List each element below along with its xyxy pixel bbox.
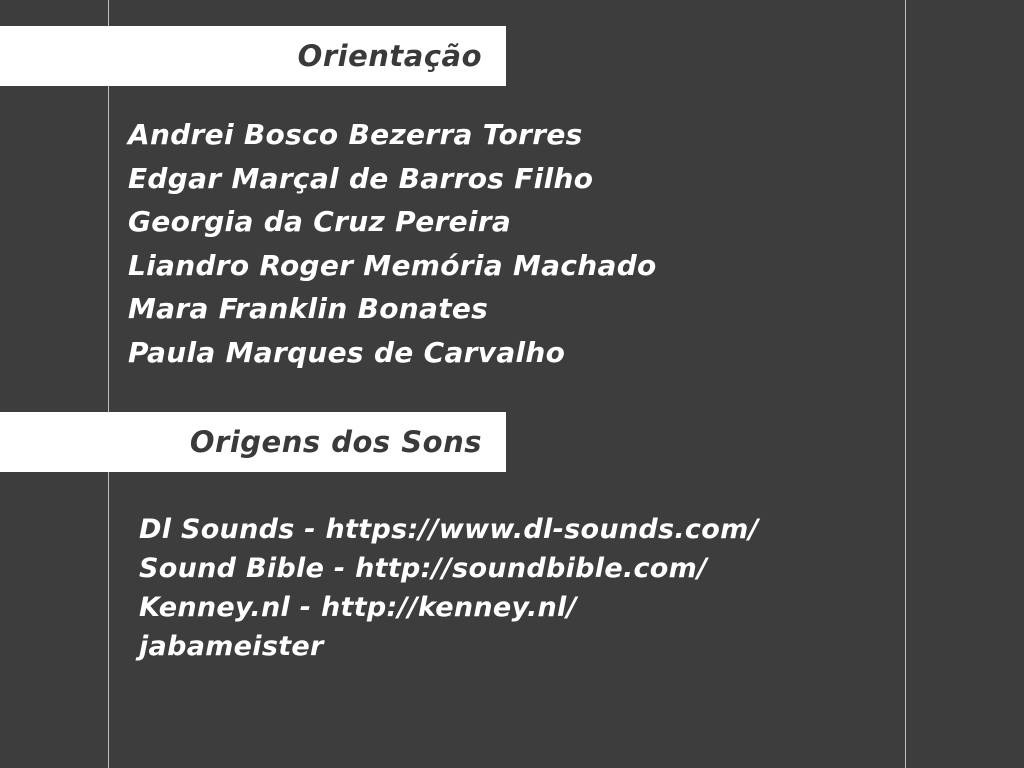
- orientacao-banner: Orientação: [0, 26, 506, 86]
- sound-source-item: Dl Sounds - https://www.dl-sounds.com/: [139, 514, 759, 545]
- orientacao-name: Andrei Bosco Bezerra Torres: [128, 118, 583, 151]
- sound-sources-list: Dl Sounds - https://www.dl-sounds.com/ S…: [139, 510, 759, 666]
- orientacao-name: Edgar Marçal de Barros Filho: [128, 161, 594, 195]
- orientacao-name: Liandro Roger Memória Machado: [128, 248, 657, 282]
- right-divider-line: [905, 0, 906, 768]
- sound-source-item: Sound Bible - http://soundbible.com/: [139, 553, 708, 584]
- left-divider-line: [108, 0, 109, 768]
- orientacao-name: Mara Franklin Bonates: [128, 292, 489, 326]
- orientacao-name-list: Andrei Bosco Bezerra Torres Edgar Marçal…: [128, 113, 657, 375]
- origens-banner: Origens dos Sons: [0, 412, 506, 472]
- orientacao-title: Orientação: [297, 39, 482, 73]
- sound-source-item: Kenney.nl - http://kenney.nl/: [139, 592, 577, 623]
- origens-title: Origens dos Sons: [189, 425, 482, 459]
- orientacao-name: Georgia da Cruz Pereira: [128, 205, 512, 239]
- sound-source-item: jabameister: [139, 631, 324, 662]
- orientacao-name: Paula Marques de Carvalho: [128, 335, 566, 369]
